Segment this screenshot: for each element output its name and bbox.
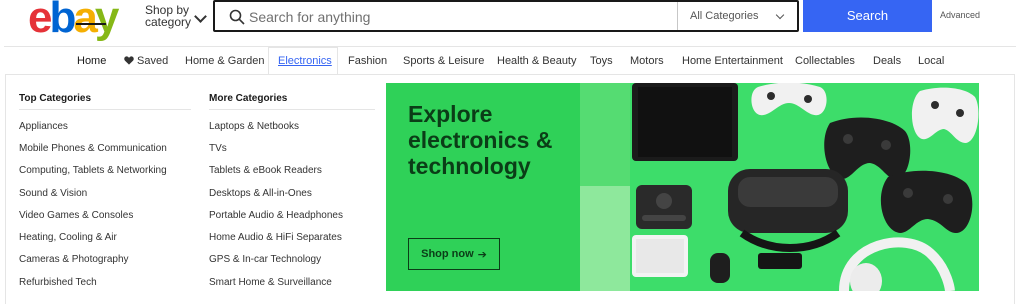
- menu-link[interactable]: Sound & Vision: [19, 188, 87, 199]
- nav-health-beauty[interactable]: Health & Beauty: [497, 55, 577, 67]
- electronics-product-image: [630, 83, 979, 291]
- electronics-promo-banner[interactable]: Explore electronics & technology Shop no…: [386, 83, 979, 291]
- shop-by-category-button[interactable]: Shop by category: [145, 4, 211, 30]
- nav-sports-leisure[interactable]: Sports & Leisure: [403, 55, 484, 67]
- category-nav: Home Saved Home & Garden Electronics Fas…: [0, 47, 1024, 74]
- search-input[interactable]: [249, 5, 685, 29]
- chevron-down-icon: [194, 10, 207, 23]
- search-button[interactable]: Search: [803, 0, 932, 32]
- menu-link[interactable]: Laptops & Netbooks: [209, 121, 299, 132]
- top-categories-heading: Top Categories: [19, 93, 92, 104]
- shop-now-button[interactable]: Shop now ➔: [408, 238, 500, 270]
- nav-saved[interactable]: Saved: [137, 55, 168, 67]
- menu-link[interactable]: Appliances: [19, 121, 68, 132]
- category-select-value: All Categories: [690, 10, 759, 22]
- advanced-search-link[interactable]: Advanced: [940, 10, 980, 20]
- nav-home-entertainment[interactable]: Home Entertainment: [682, 55, 783, 67]
- nav-local[interactable]: Local: [918, 55, 944, 67]
- menu-link[interactable]: Heating, Cooling & Air: [19, 232, 117, 243]
- logo-letter-a: a: [73, 0, 98, 42]
- shop-by-category-label: Shop by category: [145, 3, 192, 29]
- menu-link[interactable]: GPS & In-car Technology: [209, 254, 321, 265]
- menu-link[interactable]: Mobile Phones & Communication: [19, 143, 167, 154]
- menu-link[interactable]: Home Audio & HiFi Separates: [209, 232, 342, 243]
- search-bar: All Categories: [213, 0, 799, 32]
- menu-link[interactable]: Smart Home & Surveillance: [209, 277, 332, 288]
- menu-link[interactable]: Portable Audio & Headphones: [209, 210, 343, 221]
- menu-link[interactable]: TVs: [209, 143, 227, 154]
- nav-electronics[interactable]: Electronics: [278, 55, 332, 67]
- nav-collectables[interactable]: Collectables: [795, 55, 855, 67]
- more-categories-heading: More Categories: [209, 93, 288, 104]
- menu-link[interactable]: Refurbished Tech: [19, 277, 97, 288]
- arrow-right-icon: ➔: [477, 248, 487, 261]
- nav-motors[interactable]: Motors: [630, 55, 664, 67]
- nav-toys[interactable]: Toys: [590, 55, 613, 67]
- column-divider: [209, 109, 375, 110]
- menu-link[interactable]: Tablets & eBook Readers: [209, 165, 322, 176]
- logo-letter-e: e: [28, 0, 53, 42]
- promo-title: Explore electronics & technology: [408, 101, 553, 179]
- promo-decor-stripe: [580, 186, 630, 291]
- logo-letter-b: b: [49, 0, 76, 42]
- heart-icon: [124, 56, 134, 65]
- search-icon: [229, 9, 245, 25]
- category-select[interactable]: All Categories: [677, 2, 799, 30]
- menu-link[interactable]: Computing, Tablets & Networking: [19, 165, 167, 176]
- nav-fashion[interactable]: Fashion: [348, 55, 387, 67]
- active-home-underline: [76, 23, 106, 25]
- shop-now-label: Shop now: [421, 248, 474, 260]
- nav-home[interactable]: Home: [77, 55, 106, 67]
- chevron-down-icon: [775, 10, 785, 20]
- nav-deals[interactable]: Deals: [873, 55, 901, 67]
- column-divider: [19, 109, 191, 110]
- logo-letter-y: y: [94, 0, 120, 42]
- menu-link[interactable]: Desktops & All-in-Ones: [209, 188, 312, 199]
- nav-home-garden[interactable]: Home & Garden: [185, 55, 264, 67]
- ebay-logo[interactable]: ebay: [28, 0, 124, 42]
- menu-link[interactable]: Cameras & Photography: [19, 254, 129, 265]
- menu-link[interactable]: Video Games & Consoles: [19, 210, 133, 221]
